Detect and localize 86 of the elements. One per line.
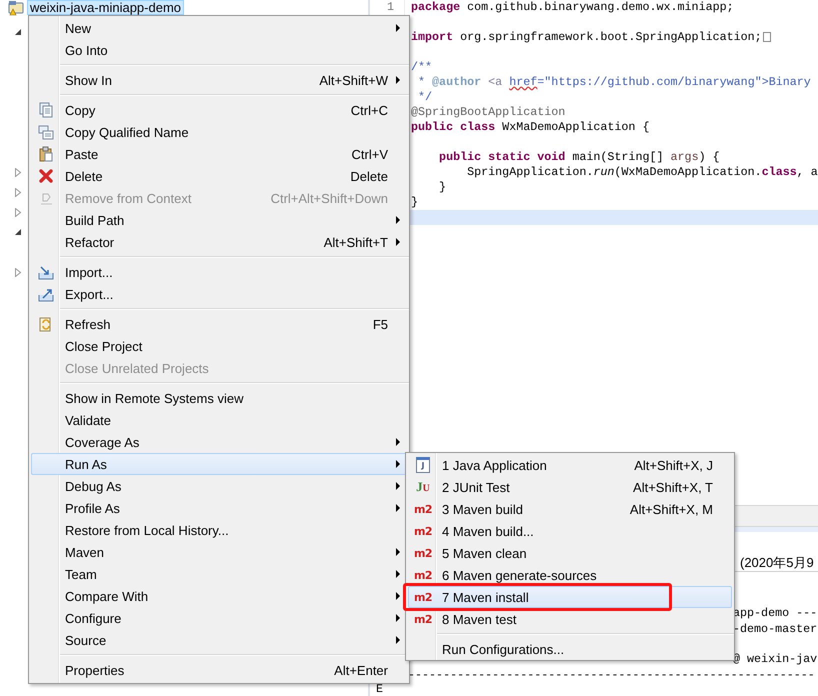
m2-icon: m2 [414, 612, 432, 626]
copy-icon [38, 102, 54, 118]
junit-icon: JU [416, 479, 430, 495]
code-line: @SpringBootApplication [411, 105, 566, 119]
menu-item[interactable]: Copy Ctrl+C [31, 99, 407, 121]
m2-icon: m2 [414, 502, 432, 516]
submenu-arrow-icon [396, 460, 400, 468]
menu-item[interactable]: Validate [31, 409, 407, 431]
menu-item[interactable]: Configure [31, 607, 407, 629]
m2-icon: m2 [414, 546, 432, 560]
console-line: app-demo --- [733, 606, 818, 620]
menu-item[interactable]: m2 3 Maven build Alt+Shift+X, M [408, 498, 732, 520]
m2-icon: m2 [414, 590, 432, 604]
code-line: * @author <a href="https://github.com/binarywang">Binary [417, 75, 811, 89]
submenu-arrow-icon [396, 76, 400, 84]
menu-item[interactable]: Build Path [31, 209, 407, 231]
code-line: } [438, 180, 446, 194]
code-line: public class WxMaDemoApplication { [411, 120, 650, 134]
menu-item[interactable]: Compare With [31, 585, 407, 607]
menu-item[interactable]: Show In Alt+Shift+W [31, 69, 407, 91]
submenu-arrow-icon [396, 636, 400, 644]
menu-item[interactable]: Import... [31, 261, 407, 283]
submenu-arrow-icon [396, 24, 400, 32]
submenu-arrow-icon [396, 548, 400, 556]
delete-icon [38, 168, 54, 184]
code-line: */ [417, 90, 432, 104]
submenu-arrow-icon [396, 216, 400, 224]
submenu-arrow-icon [396, 614, 400, 622]
code-line: /** [411, 60, 432, 74]
menu-item[interactable]: Delete Delete [31, 165, 407, 187]
menu-item[interactable]: Go Into [31, 39, 407, 61]
menu-item[interactable]: Restore from Local History... [31, 519, 407, 541]
console-header: (2020年5月9 [740, 554, 814, 571]
menu-item[interactable]: Source [31, 629, 407, 651]
menu-item[interactable]: Team [31, 563, 407, 585]
line-number: 1 [386, 0, 394, 14]
menu-item[interactable]: Profile As [31, 497, 407, 519]
m2-icon: m2 [414, 568, 432, 582]
window-icon: J [416, 457, 430, 473]
menu-item[interactable]: Show in Remote Systems view [31, 387, 407, 409]
folded-code-icon[interactable] [762, 32, 771, 42]
import-icon [38, 264, 54, 280]
menu-item[interactable]: m2 4 Maven build... [408, 520, 732, 542]
menu-item[interactable]: Coverage As [31, 431, 407, 453]
menu-item[interactable]: Run Configurations... [408, 638, 732, 660]
submenu-arrow-icon [396, 238, 400, 246]
submenu-arrow-icon [396, 504, 400, 512]
menu-item[interactable]: m2 5 Maven clean [408, 542, 732, 564]
expanded-arrow-icon[interactable] [14, 228, 22, 236]
menu-item[interactable]: Properties Alt+Enter [31, 659, 407, 681]
submenu-arrow-icon [396, 482, 400, 490]
console-line: -demo-master [733, 622, 818, 636]
copy-pages-icon [38, 124, 54, 140]
collapsed-arrow-icon[interactable] [14, 268, 22, 276]
menu-item[interactable]: Refactor Alt+Shift+T [31, 231, 407, 253]
code-line: SpringApplication.run(WxMaDemoApplication.class, a [466, 165, 818, 179]
menu-item[interactable]: Close Project [31, 335, 407, 357]
menu-item[interactable]: Paste Ctrl+V [31, 143, 407, 165]
collapsed-arrow-icon[interactable] [14, 188, 22, 196]
paste-icon [38, 146, 54, 162]
submenu-arrow-icon [396, 438, 400, 446]
code-line: } [411, 195, 418, 209]
m2-icon: m2 [414, 524, 432, 538]
expanded-arrow-icon[interactable] [14, 28, 22, 36]
code-line: package com.github.binarywang.demo.wx.miniapp; [411, 0, 734, 14]
menu-item[interactable]: Maven [31, 541, 407, 563]
submenu-arrow-icon [396, 570, 400, 578]
menu-item[interactable]: Copy Qualified Name [31, 121, 407, 143]
collapsed-arrow-icon[interactable] [14, 208, 22, 216]
menu-item[interactable]: JU 2 JUnit Test Alt+Shift+X, T [408, 476, 732, 498]
menu-item[interactable]: Export... [31, 283, 407, 305]
console-separator-line: ---------------------------------------------------------- [408, 668, 815, 682]
collapsed-arrow-icon[interactable] [14, 168, 22, 176]
submenu-arrow-icon [396, 592, 400, 600]
menu-item[interactable]: Debug As [31, 475, 407, 497]
console-line: E [376, 682, 384, 696]
project-label[interactable]: weixin-java-miniapp-demo [27, 0, 184, 15]
menu-item[interactable]: J 1 Java Application Alt+Shift+X, J [408, 454, 732, 476]
menu-item[interactable]: m2 8 Maven test [408, 608, 732, 630]
code-line: public static void main(String[] args) { [438, 150, 720, 164]
menu-item[interactable]: New [31, 17, 407, 39]
menu-item[interactable]: Run As [31, 453, 407, 475]
project-icon [8, 0, 24, 16]
code-line: import org.springframework.boot.SpringApplication; [411, 30, 762, 44]
menu-item[interactable]: Refresh F5 [31, 313, 407, 335]
menu-item[interactable]: m2 6 Maven generate-sources [408, 564, 732, 586]
